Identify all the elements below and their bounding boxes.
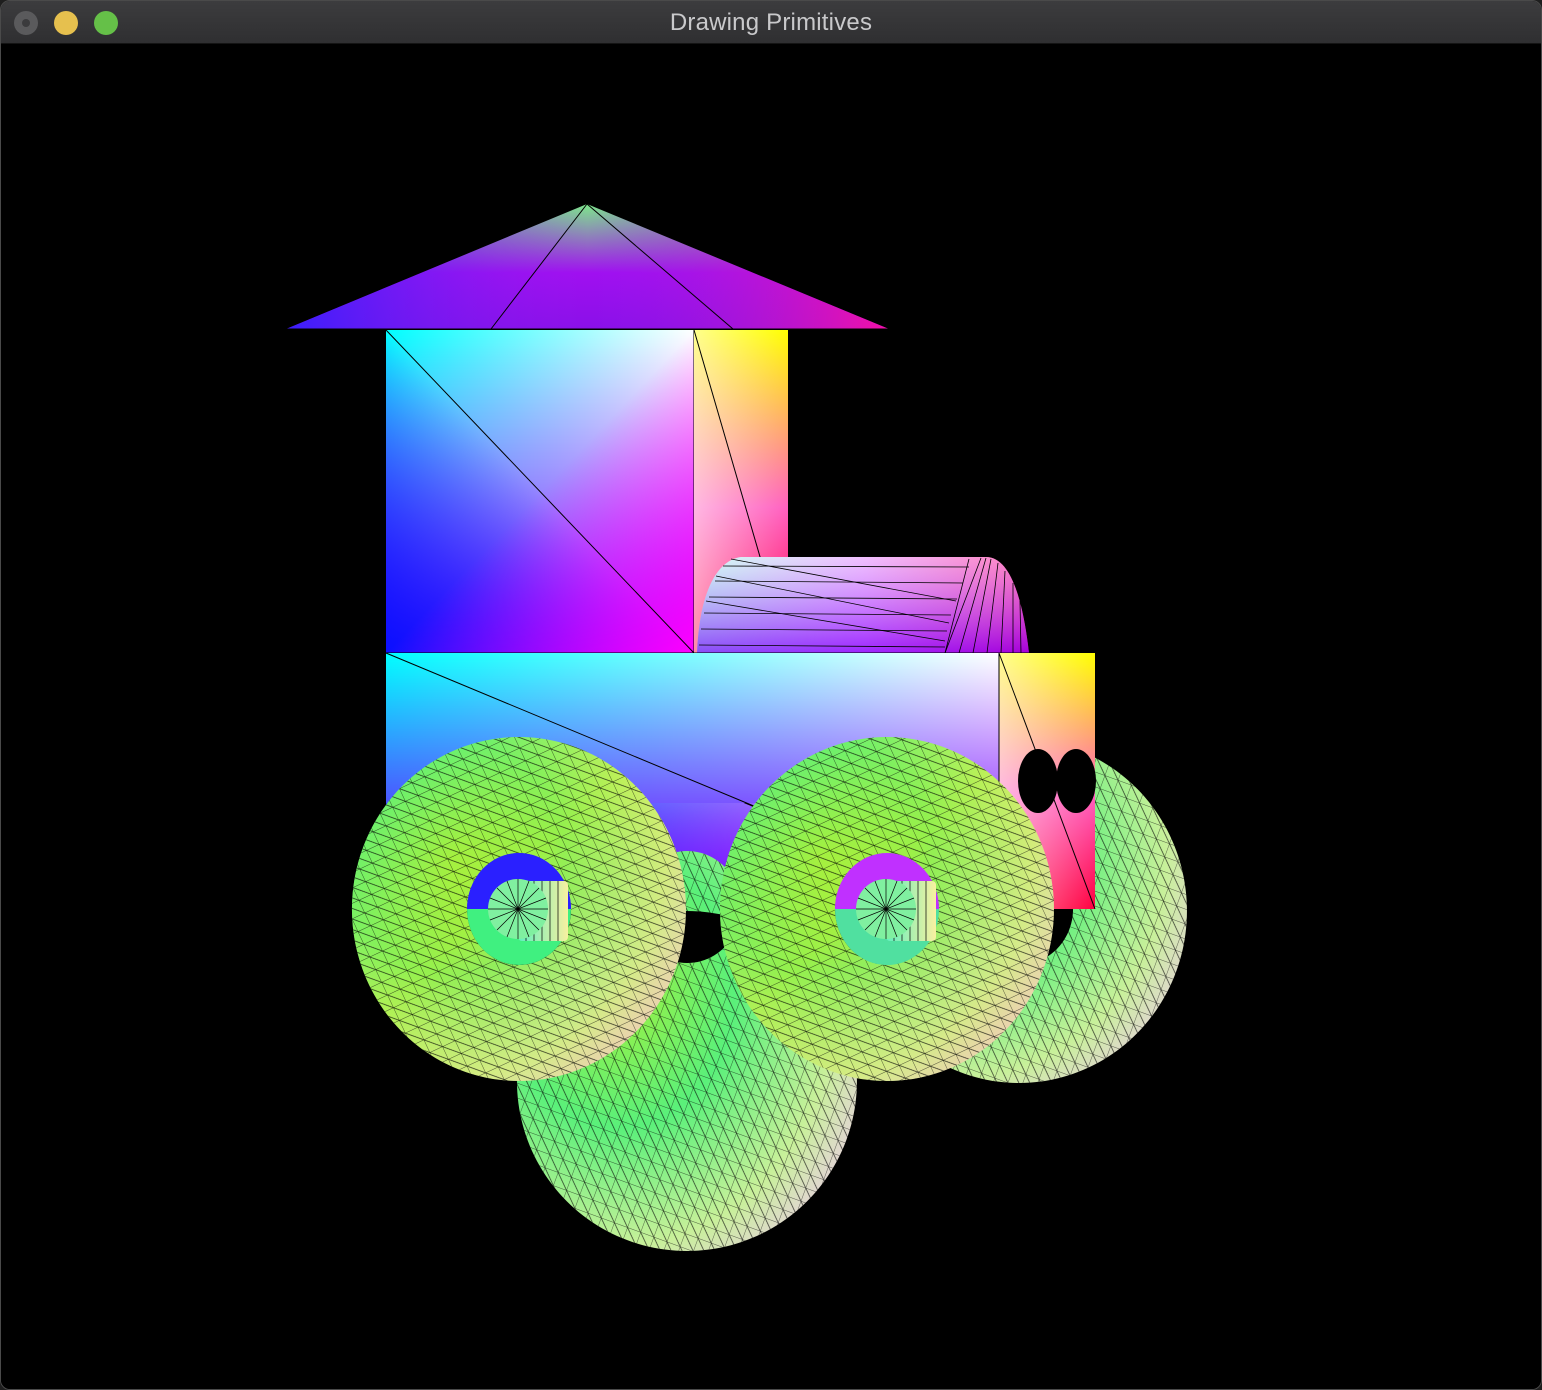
roof-pyramid	[286, 203, 889, 330]
boiler-cylinder	[697, 557, 1029, 654]
axle-cylinder-right	[856, 879, 936, 941]
title-bar[interactable]: Drawing Primitives	[1, 1, 1541, 44]
app-window: Drawing Primitives	[0, 0, 1542, 1390]
axle-cylinder-left	[488, 879, 568, 941]
axle-spokes	[488, 879, 548, 939]
scene-render	[286, 203, 1187, 1252]
window-title: Drawing Primitives	[669, 9, 873, 36]
gl-canvas[interactable]	[1, 44, 1541, 1389]
